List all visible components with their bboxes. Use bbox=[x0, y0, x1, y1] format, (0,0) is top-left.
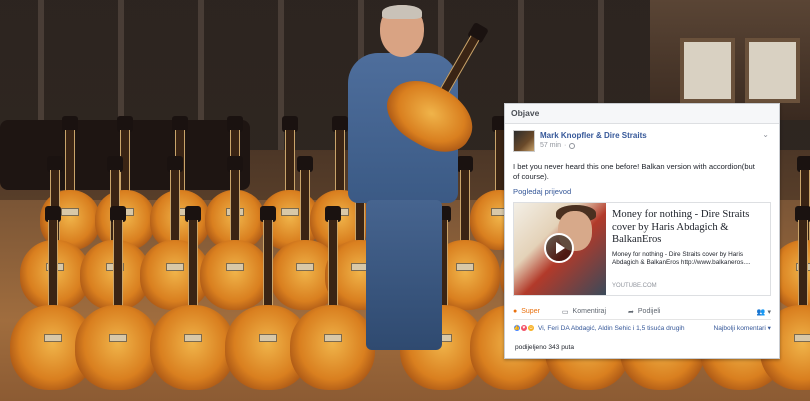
like-button[interactable]: ● Super bbox=[513, 308, 540, 315]
panel-header: Objave bbox=[505, 104, 779, 124]
audience-selector[interactable]: 👥 ▾ bbox=[757, 308, 771, 316]
video-thumbnail[interactable] bbox=[514, 203, 606, 295]
laughing-face-icon: ☺ bbox=[527, 324, 535, 332]
post-text: I bet you never heard this one before! B… bbox=[513, 162, 755, 181]
author-name-link[interactable]: Mark Knopfler & Dire Straits bbox=[540, 130, 647, 141]
comment-button[interactable]: ▭ Komentiraj bbox=[562, 308, 606, 316]
post-author-row: Mark Knopfler & Dire Straits 57 min · bbox=[513, 130, 771, 152]
author-meta: Mark Knopfler & Dire Straits 57 min · bbox=[540, 130, 647, 151]
share-count[interactable]: podijeljeno 343 puta bbox=[513, 344, 771, 351]
link-preview-body: Money for nothing - Dire Straits cover b… bbox=[606, 203, 770, 295]
share-button[interactable]: ➦ Podijeli bbox=[628, 308, 660, 316]
chevron-down-icon[interactable]: ⌄ bbox=[762, 130, 769, 139]
comment-icon: ▭ bbox=[561, 308, 569, 316]
guitar bbox=[150, 206, 235, 390]
link-title[interactable]: Money for nothing - Dire Straits cover b… bbox=[612, 209, 764, 247]
play-button[interactable] bbox=[544, 233, 574, 263]
post-time-text: 57 min bbox=[540, 142, 562, 149]
link-preview[interactable]: Money for nothing - Dire Straits cover b… bbox=[513, 202, 771, 296]
facebook-post-panel: Objave Mark Knopfler & Dire Straits 57 m… bbox=[504, 103, 780, 359]
comment-label: Komentiraj bbox=[572, 308, 607, 315]
chevron-down-icon: ▾ bbox=[767, 308, 771, 316]
like-reaction-icon: ● bbox=[513, 308, 518, 315]
play-icon bbox=[556, 242, 565, 254]
post-timestamp[interactable]: 57 min · bbox=[540, 141, 647, 151]
share-icon: ➦ bbox=[628, 308, 634, 316]
post-actions: ● Super ▭ Komentiraj ➦ Podijeli 👥 ▾ bbox=[513, 304, 771, 320]
link-domain: YOUTUBE.COM bbox=[612, 283, 657, 289]
studio-window bbox=[680, 38, 735, 103]
post: Mark Knopfler & Dire Straits 57 min · ⌄ … bbox=[505, 124, 779, 351]
reactions-summary[interactable]: Vi, Feri DA Abdagić, Aldin Sehic i 1,5 t… bbox=[538, 325, 685, 332]
link-description: Money for nothing - Dire Straits cover b… bbox=[612, 250, 751, 266]
guitar bbox=[75, 206, 160, 390]
studio-window bbox=[745, 38, 800, 103]
comment-sort-dropdown[interactable]: Najbolji komentari ▾ bbox=[713, 324, 771, 332]
globe-icon bbox=[569, 143, 576, 149]
like-label: Super bbox=[521, 308, 540, 315]
people-icon: 👥 bbox=[756, 308, 766, 316]
share-label: Podijeli bbox=[637, 308, 661, 315]
see-translation-link[interactable]: Pogledaj prijevod bbox=[513, 187, 771, 196]
reactions-row: 👍 ♥ ☺ Vi, Feri DA Abdagić, Aldin Sehic i… bbox=[513, 324, 771, 332]
avatar[interactable] bbox=[513, 130, 535, 152]
